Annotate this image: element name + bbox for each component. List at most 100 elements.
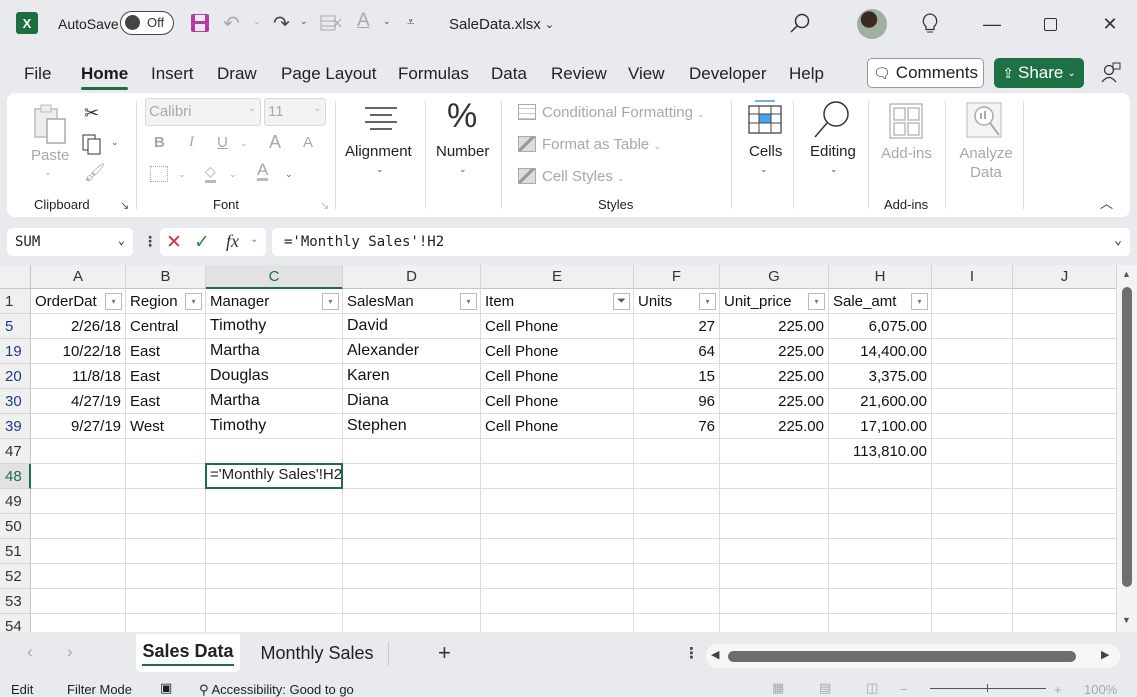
header-cell[interactable]: Manager ▾ <box>206 289 343 314</box>
cell[interactable] <box>720 514 829 539</box>
vertical-scrollbar[interactable]: ▲ ▼ <box>1117 265 1137 632</box>
cell[interactable]: 225.00 <box>720 414 829 439</box>
add-ins-icon[interactable] <box>889 103 923 144</box>
number-button[interactable]: Number <box>436 143 489 160</box>
horizontal-scrollbar[interactable]: ◀ ▶ <box>706 644 1120 668</box>
cell[interactable] <box>126 564 206 589</box>
expand-formula-bar-icon[interactable]: ⌄ <box>1114 233 1122 248</box>
cell[interactable] <box>481 439 634 464</box>
zoom-level[interactable]: 100% <box>1084 682 1117 697</box>
bold-button[interactable]: B <box>154 134 165 151</box>
page-layout-view-icon[interactable]: ▤ <box>819 680 831 696</box>
avatar[interactable] <box>857 9 887 39</box>
cell[interactable] <box>481 589 634 614</box>
cell[interactable] <box>31 614 126 632</box>
cell[interactable] <box>720 464 829 489</box>
cell[interactable] <box>720 489 829 514</box>
cell[interactable]: 17,100.00 <box>829 414 932 439</box>
row-header[interactable]: 39 <box>0 414 31 439</box>
header-cell[interactable]: OrderDat ▾ <box>31 289 126 314</box>
collapse-ribbon-icon[interactable]: ︿ <box>1100 193 1113 212</box>
cell[interactable] <box>126 614 206 632</box>
cell[interactable] <box>31 464 126 489</box>
cell[interactable]: Alexander <box>343 339 481 364</box>
header-cell[interactable]: Item ⏷ <box>481 289 634 314</box>
tab-developer[interactable]: Developer <box>689 64 767 84</box>
cell[interactable] <box>720 564 829 589</box>
cell[interactable] <box>932 539 1013 564</box>
next-sheet-icon[interactable]: › <box>67 642 73 662</box>
cell[interactable]: Cell Phone <box>481 339 634 364</box>
add-sheet-button[interactable]: + <box>438 640 451 666</box>
tab-formulas[interactable]: Formulas <box>398 64 469 84</box>
percent-icon[interactable]: % <box>447 97 477 136</box>
zoom-slider-thumb[interactable] <box>987 684 988 692</box>
filter-dropdown-icon[interactable]: ▾ <box>105 293 122 310</box>
cell[interactable] <box>206 489 343 514</box>
share-button[interactable]: ⇪ Share ⌄ <box>994 58 1084 88</box>
accessibility-status[interactable]: ⚲ Accessibility: Good to go <box>199 682 354 697</box>
cell[interactable] <box>634 439 720 464</box>
undo-dropdown-icon[interactable]: ⌄ <box>253 16 261 27</box>
filter-dropdown-icon[interactable]: ▾ <box>460 293 477 310</box>
cell[interactable] <box>1013 589 1117 614</box>
cell[interactable] <box>634 564 720 589</box>
cell[interactable] <box>932 489 1013 514</box>
sheet-tab-sales-data[interactable]: Sales Data <box>136 634 240 672</box>
column-header-g[interactable]: G <box>720 265 829 289</box>
column-header-h[interactable]: H <box>829 265 932 289</box>
cell[interactable] <box>932 314 1013 339</box>
format-painter-icon[interactable]: 🖌 <box>84 163 106 183</box>
cell[interactable]: 27 <box>634 314 720 339</box>
search-icon[interactable] <box>789 12 811 39</box>
cancel-icon[interactable]: ✕ <box>166 231 182 254</box>
normal-view-icon[interactable]: ▦ <box>772 680 784 696</box>
cell[interactable] <box>31 439 126 464</box>
row-header[interactable]: 53 <box>0 589 31 614</box>
cell[interactable] <box>720 589 829 614</box>
column-header-e[interactable]: E <box>481 265 634 289</box>
cell[interactable] <box>126 464 206 489</box>
cell[interactable]: 225.00 <box>720 339 829 364</box>
paste-button[interactable]: Paste <box>31 147 69 164</box>
cell[interactable] <box>720 539 829 564</box>
cell[interactable] <box>206 564 343 589</box>
cell[interactable] <box>343 439 481 464</box>
cell[interactable]: East <box>126 339 206 364</box>
alignment-button[interactable]: Alignment <box>345 143 412 160</box>
cell[interactable] <box>31 539 126 564</box>
cell[interactable]: Cell Phone <box>481 414 634 439</box>
tab-view[interactable]: View <box>628 64 665 84</box>
cell[interactable] <box>932 614 1013 632</box>
cell[interactable]: 96 <box>634 389 720 414</box>
header-cell[interactable]: Unit_price ▾ <box>720 289 829 314</box>
tab-help[interactable]: Help <box>789 64 824 84</box>
underline-dropdown-icon[interactable]: ⌄ <box>240 138 248 149</box>
previous-sheet-icon[interactable]: ‹ <box>27 642 33 662</box>
enter-icon[interactable]: ✓ <box>194 231 210 254</box>
cell[interactable]: Martha <box>206 339 343 364</box>
cell[interactable] <box>829 489 932 514</box>
header-cell[interactable] <box>932 289 1013 314</box>
cell[interactable] <box>634 589 720 614</box>
coauthor-icon[interactable] <box>1100 62 1122 89</box>
cell[interactable] <box>206 539 343 564</box>
page-break-view-icon[interactable]: ◫ <box>866 680 878 696</box>
minimize-button[interactable]: — <box>977 10 1007 38</box>
row-header[interactable]: 1 <box>0 289 31 314</box>
analyze-data-button[interactable]: Analyze Data <box>958 145 1014 181</box>
cell[interactable] <box>634 539 720 564</box>
font-size-select[interactable]: 11 ⌄ <box>264 98 326 126</box>
redo-icon[interactable]: ↷ <box>273 11 290 36</box>
insert-function-icon[interactable]: fx <box>226 231 239 252</box>
cell[interactable]: 21,600.00 <box>829 389 932 414</box>
cell[interactable] <box>31 589 126 614</box>
cell[interactable]: East <box>126 389 206 414</box>
row-header[interactable]: 20 <box>0 364 31 389</box>
formula-input[interactable]: ='Monthly Sales'!H2 ⌄ <box>272 228 1130 256</box>
cell[interactable] <box>932 339 1013 364</box>
cell[interactable]: 4/27/19 <box>31 389 126 414</box>
cell[interactable] <box>31 564 126 589</box>
row-header[interactable]: 19 <box>0 339 31 364</box>
tab-page-layout[interactable]: Page Layout <box>281 64 376 84</box>
